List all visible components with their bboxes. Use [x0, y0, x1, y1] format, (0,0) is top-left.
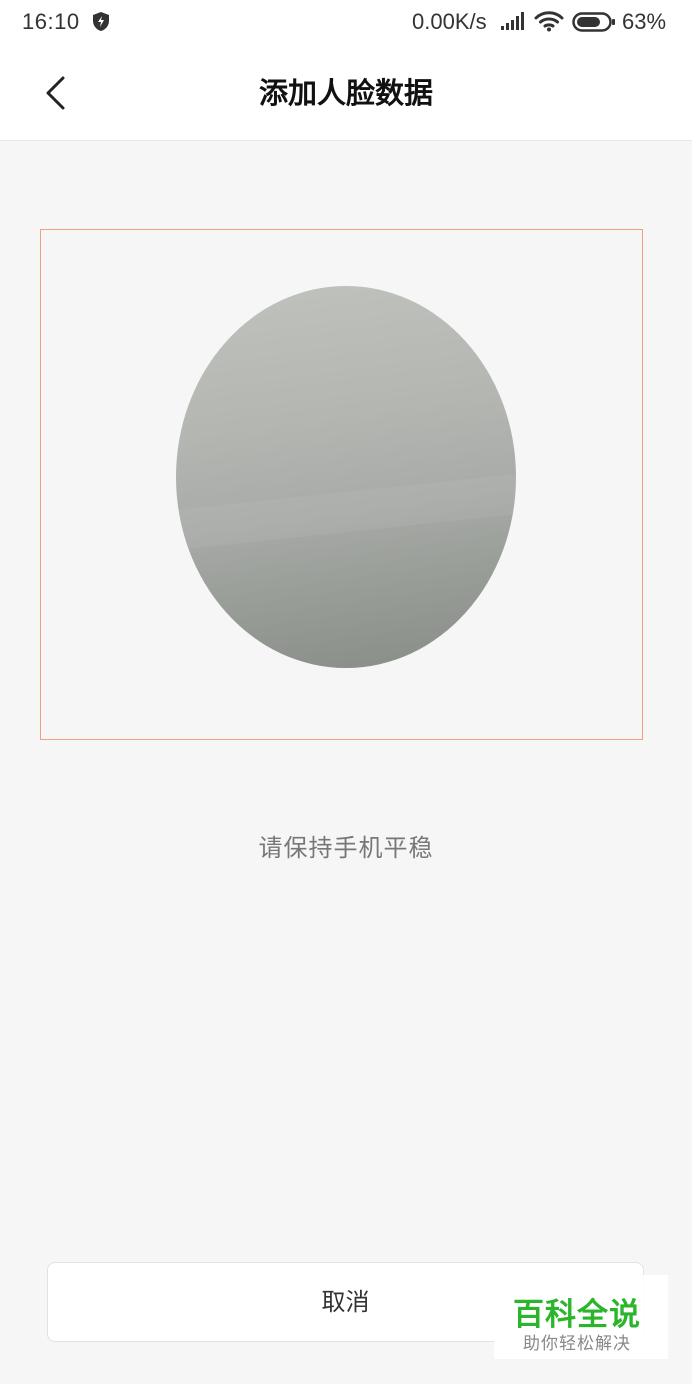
- title-bar: 添加人脸数据: [0, 46, 692, 141]
- wifi-icon: [534, 10, 564, 32]
- watermark-title: 百科全说: [513, 1297, 641, 1333]
- back-button[interactable]: [30, 66, 82, 120]
- signal-icon: [500, 11, 526, 31]
- status-bar: 16:10 0.00K/s 63%: [0, 0, 692, 46]
- watermark-subtitle: 助你轻松解决: [523, 1334, 631, 1354]
- battery-percent: 63%: [622, 9, 667, 34]
- battery-icon: [572, 12, 616, 32]
- page-title: 添加人脸数据: [258, 76, 433, 110]
- network-speed: 0.00K/s: [412, 9, 487, 34]
- chevron-left-icon: [46, 76, 65, 110]
- watermark-logo: 百科全说 助你轻松解决: [494, 1275, 668, 1359]
- camera-frame: [40, 229, 643, 740]
- shield-icon: [92, 11, 110, 32]
- instruction-text: 请保持手机平稳: [258, 834, 434, 862]
- camera-preview: [176, 286, 516, 668]
- status-time: 16:10: [22, 9, 80, 34]
